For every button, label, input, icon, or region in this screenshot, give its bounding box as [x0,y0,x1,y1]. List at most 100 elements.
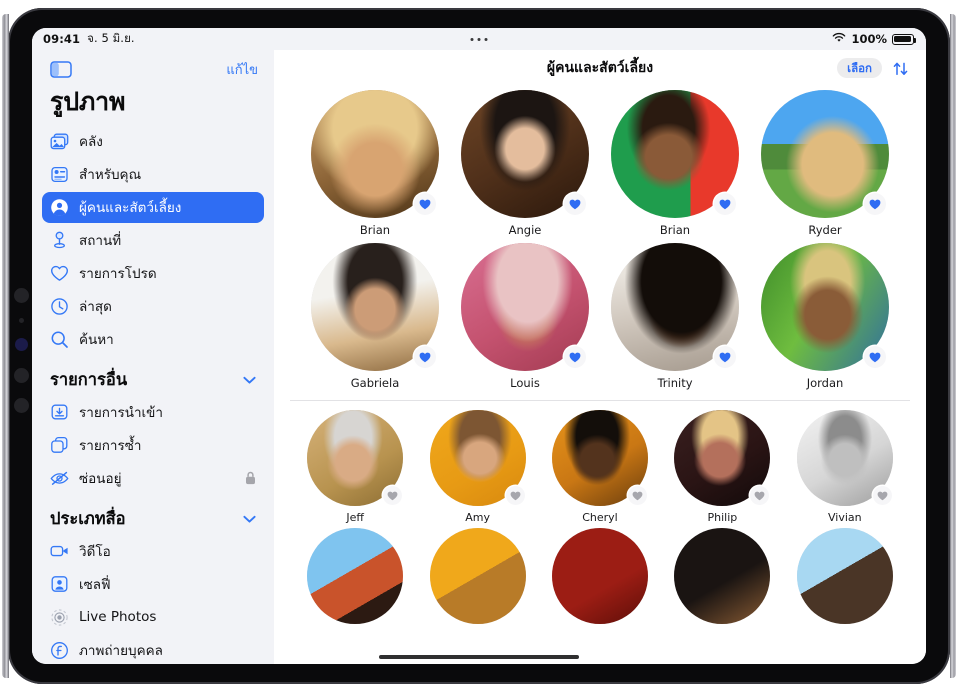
person-card[interactable]: Brian [310,90,440,237]
favorite-badge[interactable] [864,193,886,215]
person-card[interactable]: Philip [669,410,775,524]
person-card[interactable] [792,528,898,624]
page-title: ผู้คนและสัตว์เลี้ยง [546,60,654,76]
sidebar-item-label: สถานที่ [79,233,122,250]
favorite-badge[interactable] [564,346,586,368]
person-card[interactable]: Jordan [760,243,890,390]
person-thumbnail[interactable] [796,528,893,624]
home-indicator[interactable] [379,655,579,659]
person-thumbnail[interactable] [674,410,771,506]
sidebar-item-favorites[interactable]: รายการโปรด [42,258,264,289]
avatar [307,528,404,624]
person-name: Cheryl [582,511,618,524]
person-thumbnail[interactable] [311,90,439,218]
edit-button[interactable]: แก้ไข [226,59,258,80]
sidebar-item-for-you[interactable]: สำหรับคุณ [42,159,264,190]
favorite-badge[interactable] [414,346,436,368]
person-name: Brian [359,223,391,237]
person-name: Ryder [808,223,842,237]
person-name: Amy [465,511,490,524]
person-thumbnail[interactable] [311,243,439,371]
wifi-icon [832,32,846,46]
sidebar-item-live-photos[interactable]: Live Photos [42,602,264,633]
people-grid-scroll[interactable]: Brian Angie Brian Ryder Gabriela Louis T… [274,86,926,664]
sidebar-item-imports[interactable]: รายการนำเข้า [42,397,264,428]
person-card[interactable] [302,528,408,624]
person-card[interactable]: Cheryl [547,410,653,524]
sidebar-toggle-icon[interactable] [50,61,72,78]
favorite-badge[interactable] [505,486,525,505]
partial-row-grid [288,524,912,624]
sidebar-item-hidden[interactable]: ซ่อนอยู่ [42,463,264,494]
chevron-down-icon[interactable] [243,509,256,528]
device-sensor-1 [14,288,29,303]
favorite-badge[interactable] [714,346,736,368]
person-card[interactable]: Gabriela [310,243,440,390]
multitasking-dots-icon[interactable] [470,37,488,41]
select-button[interactable]: เลือก [837,58,882,78]
avatar [796,528,893,624]
person-thumbnail[interactable] [461,90,589,218]
ipad-device: 09:41 จ. 5 มิ.ย. 100% แก้ไข รูปภาพ คลัง … [0,0,958,692]
favorite-badge[interactable] [864,346,886,368]
person-thumbnail[interactable] [429,528,526,624]
person-thumbnail[interactable] [551,410,648,506]
person-thumbnail[interactable] [307,410,404,506]
person-card[interactable]: Louis [460,243,590,390]
favorite-badge[interactable] [414,193,436,215]
person-name: Louis [510,376,540,390]
person-name: Brian [659,223,691,237]
sidebar-item-recents[interactable]: ล่าสุด [42,291,264,322]
person-card[interactable]: Vivian [792,410,898,524]
sidebar-item-people-pets[interactable]: ผู้คนและสัตว์เลี้ยง [42,191,264,223]
person-thumbnail[interactable] [611,90,739,218]
person-thumbnail[interactable] [551,528,648,624]
sidebar-item-places[interactable]: สถานที่ [42,225,264,256]
sidebar-item-label: รายการนำเข้า [79,405,163,422]
favorite-badge[interactable] [627,486,647,505]
person-card[interactable]: Ryder [760,90,890,237]
person-card[interactable] [424,528,530,624]
sidebar-item-portrait[interactable]: ภาพถ่ายบุคคล [42,635,264,664]
sidebar-item-selfies[interactable]: เซลฟี่ [42,569,264,600]
live-photos-icon [50,608,69,627]
chevron-down-icon[interactable] [243,370,256,389]
person-thumbnail[interactable] [761,90,889,218]
favorite-badge[interactable] [564,193,586,215]
sidebar-media-list: วิดีโอ เซลฟี่ Live Photos ภาพถ่ายบุคคล [32,536,274,664]
person-card[interactable]: Jeff [302,410,408,524]
other-people-grid: Jeff Amy Cheryl Philip Vivian [288,401,912,524]
person-thumbnail[interactable] [761,243,889,371]
person-thumbnail[interactable] [796,410,893,506]
sidebar-section-other[interactable]: รายการอื่น [32,357,274,397]
sidebar-item-library[interactable]: คลัง [42,126,264,157]
sidebar-section-media-types[interactable]: ประเภทสื่อ [32,496,274,536]
sort-arrows-icon[interactable] [889,57,912,80]
person-card[interactable] [547,528,653,624]
sidebar-item-search[interactable]: ค้นหา [42,324,264,355]
person-thumbnail[interactable] [307,528,404,624]
library-icon [50,132,69,151]
favorite-badge[interactable] [872,486,892,505]
device-right-edge [950,14,956,678]
duplicates-icon [50,436,69,455]
person-thumbnail[interactable] [674,528,771,624]
person-card[interactable]: Angie [460,90,590,237]
clock-icon [50,297,69,316]
person-thumbnail[interactable] [611,243,739,371]
sidebar: แก้ไข รูปภาพ คลัง สำหรับคุณ ผู้คนและสัตว… [32,50,274,664]
person-card[interactable]: Brian [610,90,740,237]
person-name: Vivian [827,511,862,524]
sidebar-item-duplicates[interactable]: รายการซ้ำ [42,430,264,461]
person-card[interactable] [669,528,775,624]
person-thumbnail[interactable] [461,243,589,371]
favorite-badge[interactable] [714,193,736,215]
sidebar-item-label: ค้นหา [79,332,114,349]
person-card[interactable]: Trinity [610,243,740,390]
battery-icon [892,33,917,45]
people-pets-icon [50,198,69,217]
hidden-eye-icon [50,469,69,488]
person-card[interactable]: Amy [424,410,530,524]
person-thumbnail[interactable] [429,410,526,506]
sidebar-item-videos[interactable]: วิดีโอ [42,536,264,567]
